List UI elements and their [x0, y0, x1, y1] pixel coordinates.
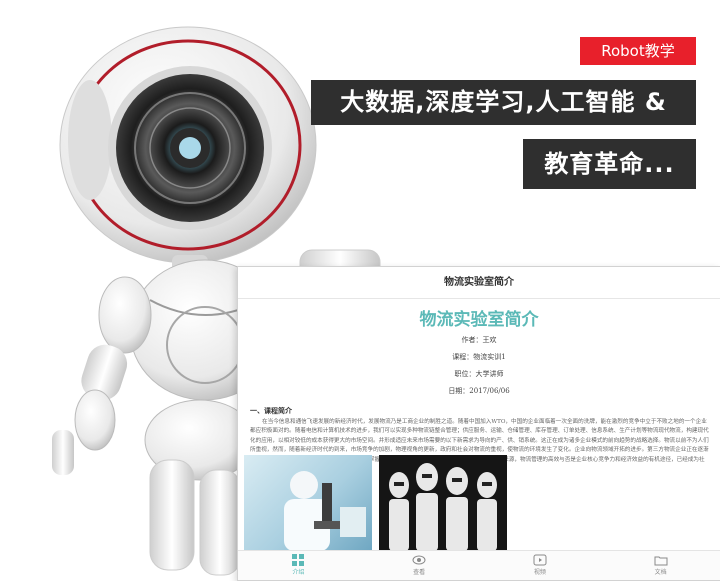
tab-docs[interactable]: 文档 — [600, 551, 720, 580]
stormtroopers-image[interactable] — [379, 455, 507, 551]
tab-view[interactable]: 查看 — [359, 551, 480, 580]
document-meta: 作者：王欢 课程：物流实训1 职位：大学讲师 日期：2017/06/06 — [238, 334, 720, 402]
play-icon — [533, 554, 547, 566]
headline-banner: 大数据,深度学习,人工智能 & — [311, 80, 696, 125]
folder-icon — [654, 556, 668, 566]
meta-position: 职位：大学讲师 — [454, 370, 504, 378]
meta-course: 课程：物流实训1 — [452, 353, 506, 361]
scientist-picture-icon — [284, 471, 366, 551]
tab-intro-label: 介绍 — [292, 569, 305, 576]
tab-docs-label: 文档 — [654, 569, 667, 576]
image-gallery — [244, 455, 524, 551]
section-heading: 一、课程简介 — [250, 406, 292, 415]
grid-icon — [292, 554, 305, 566]
robot-teaching-tag: Robot教学 — [580, 37, 696, 65]
meta-author: 作者：王欢 — [461, 336, 497, 344]
bottom-tab-bar: 介绍 查看 视频 文档 — [238, 550, 720, 580]
lab-scientist-image[interactable] — [244, 455, 372, 551]
tab-view-label: 查看 — [413, 569, 426, 576]
eye-icon — [412, 555, 426, 565]
tab-intro[interactable]: 介绍 — [238, 551, 359, 580]
app-topbar-title: 物流实验室简介 — [238, 267, 720, 299]
stormtrooper-picture-icon — [389, 463, 497, 551]
subline-banner: 教育革命... — [523, 139, 696, 189]
tab-video[interactable]: 视频 — [480, 551, 601, 580]
document-title: 物流实验室简介 — [419, 310, 539, 330]
app-screen: 物流实验室简介 物流实验室简介 作者：王欢 课程：物流实训1 职位：大学讲师 日… — [237, 266, 720, 581]
tab-video-label: 视频 — [533, 569, 546, 576]
meta-date: 日期：2017/06/06 — [448, 387, 510, 395]
